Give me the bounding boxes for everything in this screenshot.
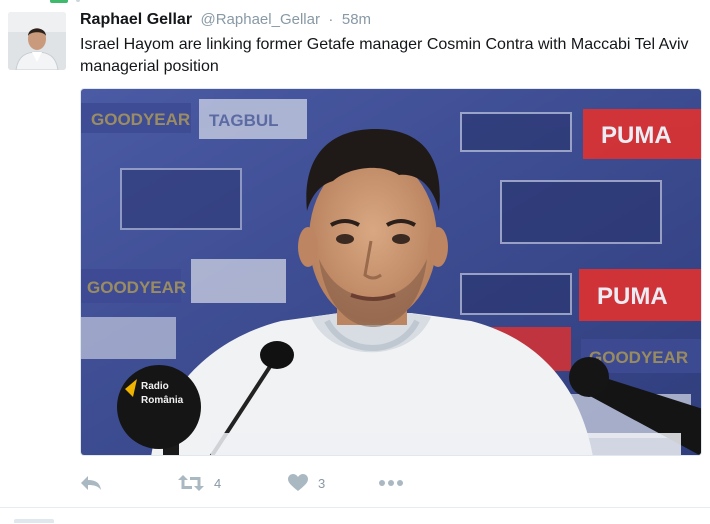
- user-photo-icon: [8, 12, 66, 70]
- svg-text:PUMA: PUMA: [597, 283, 668, 310]
- avatar[interactable]: [8, 12, 66, 70]
- previous-tweet-remnant: [0, 0, 710, 4]
- retweet-count: 4: [214, 475, 222, 491]
- retweet-button[interactable]: 4: [178, 474, 288, 492]
- like-button[interactable]: 3: [288, 474, 378, 492]
- svg-text:TAGBUL: TAGBUL: [209, 111, 279, 130]
- more-dots-icon: [379, 480, 403, 486]
- retweet-icon: [178, 475, 204, 491]
- tweet-actions: 4 3: [80, 470, 404, 496]
- more-button[interactable]: [378, 479, 404, 487]
- heart-icon: [288, 474, 308, 491]
- author-name[interactable]: Raphael Gellar: [80, 11, 192, 28]
- header-separator: ·: [328, 11, 334, 28]
- svg-text:PUMA: PUMA: [601, 122, 672, 149]
- tweet-photo[interactable]: GOODYEAR TAGBUL PUMA GOODYEAR PUMA GOODY…: [80, 88, 702, 456]
- press-conference-photo: GOODYEAR TAGBUL PUMA GOODYEAR PUMA GOODY…: [81, 89, 701, 455]
- tweet-divider: [0, 507, 710, 508]
- activity-marker: [50, 0, 68, 3]
- svg-text:Radio: Radio: [141, 381, 169, 392]
- reply-button[interactable]: [80, 475, 178, 491]
- like-count: 3: [318, 475, 326, 491]
- author-handle[interactable]: @Raphael_Gellar: [201, 11, 320, 28]
- reply-icon: [81, 476, 101, 490]
- svg-text:GOODYEAR: GOODYEAR: [87, 278, 186, 297]
- next-tweet-avatar: [14, 519, 54, 523]
- tweet-header: Raphael Gellar @Raphael_Gellar · 58m: [80, 10, 700, 30]
- tweet-timestamp[interactable]: 58m: [342, 11, 371, 28]
- tweet-text: Israel Hayom are linking former Getafe m…: [80, 36, 689, 75]
- svg-text:România: România: [141, 395, 184, 406]
- separator-dot: [76, 0, 80, 2]
- svg-text:GOODYEAR: GOODYEAR: [91, 110, 190, 129]
